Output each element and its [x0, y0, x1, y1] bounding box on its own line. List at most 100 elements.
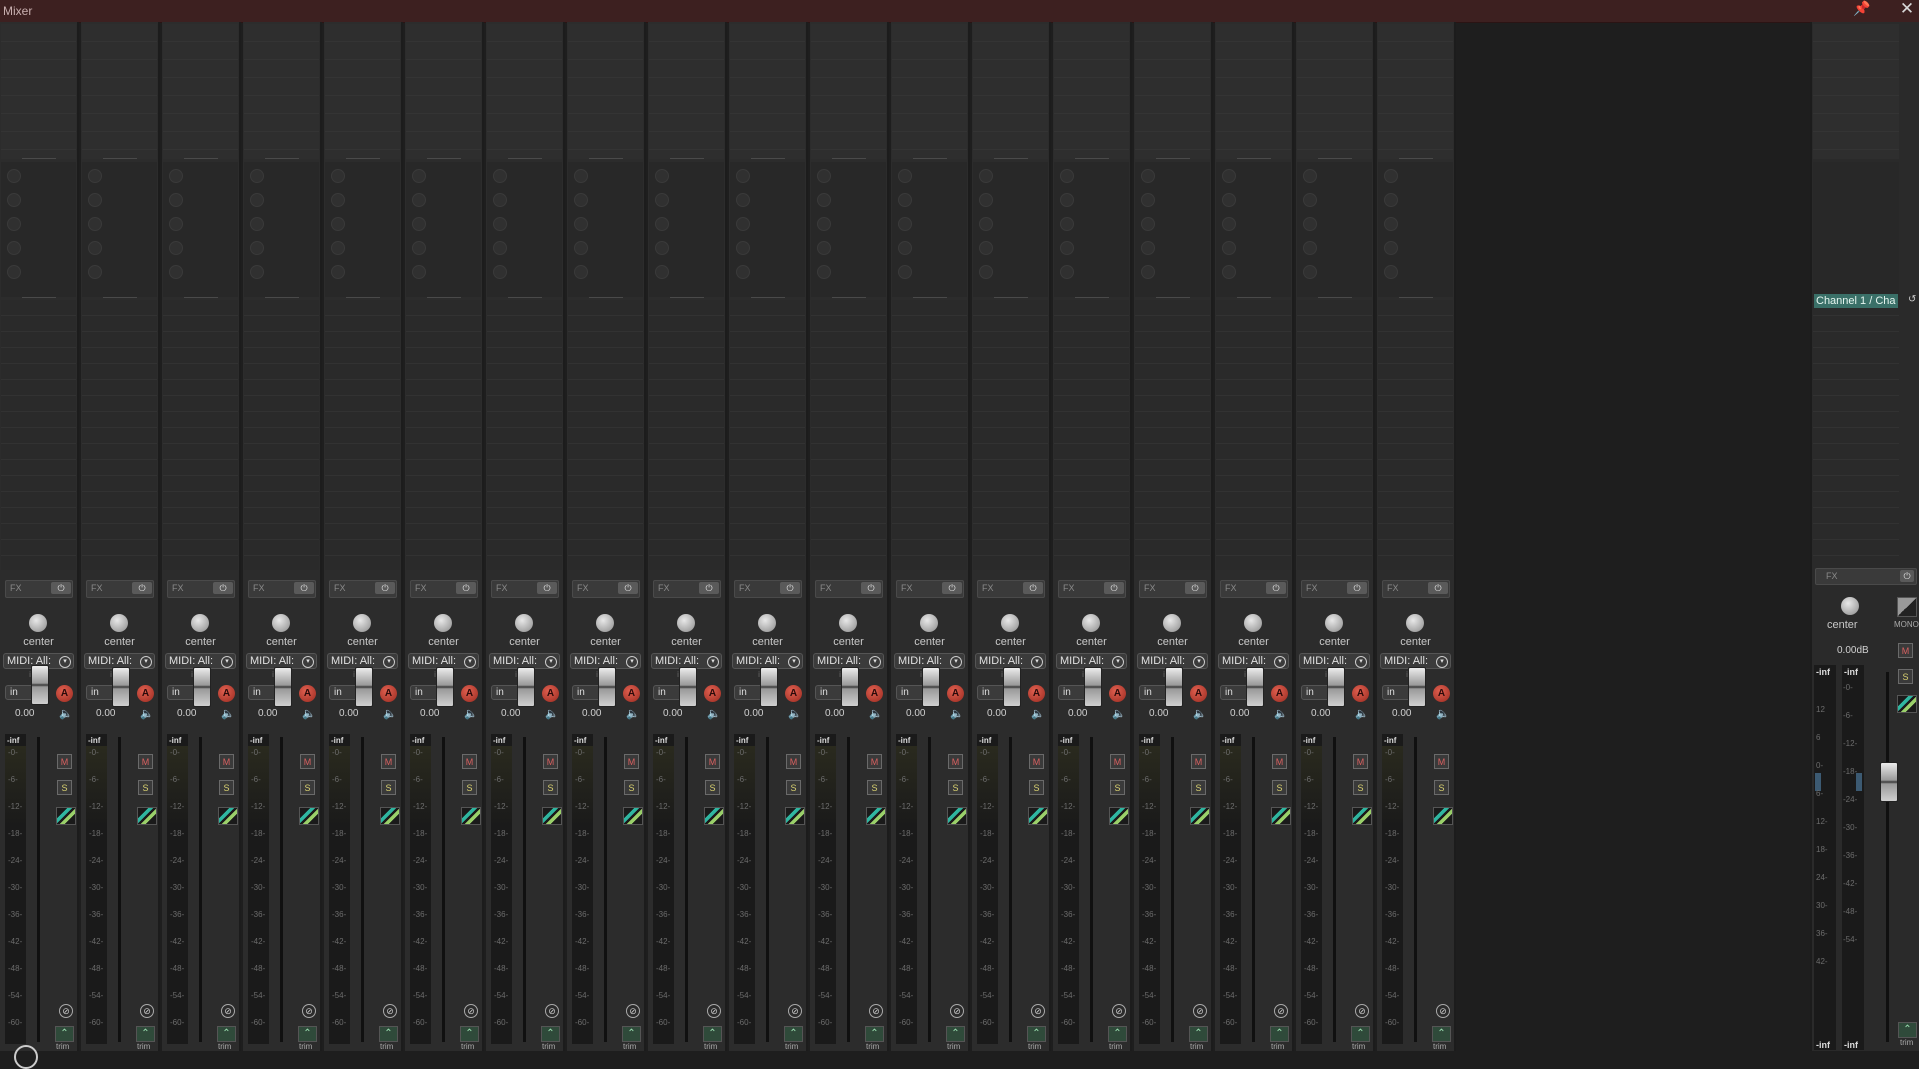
trim-icon[interactable]: ⌃ [1432, 1026, 1451, 1042]
phase-invert-icon[interactable]: ⊘ [1274, 1004, 1288, 1018]
speaker-icon[interactable]: 🔈 [950, 707, 964, 720]
send-slot[interactable] [1384, 169, 1398, 183]
send-slot[interactable] [412, 241, 426, 255]
send-slot[interactable] [574, 217, 588, 231]
solo-button[interactable]: S [219, 780, 234, 795]
automation-icon[interactable] [1352, 807, 1372, 825]
phase-invert-icon[interactable]: ⊘ [302, 1004, 316, 1018]
fx-list[interactable] [1054, 24, 1129, 159]
phase-invert-icon[interactable]: ⊘ [1355, 1004, 1369, 1018]
trim-icon[interactable]: ⌃ [703, 1026, 722, 1042]
fx-list[interactable] [1378, 24, 1453, 159]
fx-list[interactable] [811, 24, 886, 159]
phase-invert-icon[interactable]: ⊘ [140, 1004, 154, 1018]
trim-icon[interactable]: ⌃ [136, 1026, 155, 1042]
send-slot[interactable] [1141, 169, 1155, 183]
speaker-icon[interactable]: 🔈 [1436, 707, 1450, 720]
solo-button[interactable]: S [1191, 780, 1206, 795]
master-mute-button[interactable]: M [1898, 643, 1913, 658]
mute-button[interactable]: M [948, 754, 963, 769]
send-slot[interactable] [7, 241, 21, 255]
fx-list[interactable] [163, 24, 238, 159]
volume-fader[interactable] [922, 667, 940, 707]
power-icon[interactable]: ⏻ [1023, 582, 1043, 594]
send-slot[interactable] [169, 265, 183, 279]
master-trim-icon[interactable]: ⌃ [1898, 1022, 1917, 1038]
fx-list[interactable] [973, 24, 1048, 159]
send-slot[interactable] [250, 265, 264, 279]
send-slot[interactable] [88, 217, 102, 231]
mute-button[interactable]: M [57, 754, 72, 769]
send-slot[interactable] [655, 217, 669, 231]
mute-button[interactable]: M [543, 754, 558, 769]
trim-icon[interactable]: ⌃ [1189, 1026, 1208, 1042]
trim-icon[interactable]: ⌃ [379, 1026, 398, 1042]
phase-invert-icon[interactable]: ⊘ [1112, 1004, 1126, 1018]
send-slot[interactable] [7, 217, 21, 231]
speaker-icon[interactable]: 🔈 [869, 707, 883, 720]
fx-list[interactable] [1135, 24, 1210, 159]
send-slot[interactable] [7, 265, 21, 279]
mono-button[interactable] [1897, 597, 1917, 617]
master-fx-button[interactable]: FX ⏻ [1815, 568, 1917, 585]
phase-invert-icon[interactable]: ⊘ [707, 1004, 721, 1018]
solo-button[interactable]: S [543, 780, 558, 795]
send-slot[interactable] [898, 193, 912, 207]
trim-icon[interactable]: ⌃ [1270, 1026, 1289, 1042]
send-slot[interactable] [1303, 193, 1317, 207]
automation-icon[interactable] [299, 807, 319, 825]
send-slot[interactable] [1060, 265, 1074, 279]
pan-knob[interactable] [1406, 614, 1424, 632]
record-arm-button[interactable]: A [704, 685, 721, 702]
volume-fader[interactable] [760, 667, 778, 707]
fx-button[interactable]: FX ⏻ [896, 580, 964, 598]
send-slot[interactable] [88, 169, 102, 183]
record-arm-button[interactable]: A [1352, 685, 1369, 702]
master-channel-label[interactable]: Channel 1 / Cha [1814, 294, 1898, 308]
fx-list[interactable] [568, 24, 643, 159]
volume-fader[interactable] [1327, 667, 1345, 707]
solo-button[interactable]: S [867, 780, 882, 795]
fx-list[interactable] [406, 24, 481, 159]
phase-invert-icon[interactable]: ⊘ [221, 1004, 235, 1018]
send-slot[interactable] [331, 217, 345, 231]
mute-button[interactable]: M [300, 754, 315, 769]
fx-button[interactable]: FX ⏻ [977, 580, 1045, 598]
pan-knob[interactable] [1163, 614, 1181, 632]
send-slot[interactable] [898, 265, 912, 279]
fx-button[interactable]: FX ⏻ [329, 580, 397, 598]
speaker-icon[interactable]: 🔈 [59, 707, 73, 720]
fx-list[interactable] [487, 24, 562, 159]
solo-button[interactable]: S [138, 780, 153, 795]
trim-icon[interactable]: ⌃ [1108, 1026, 1127, 1042]
trim-icon[interactable]: ⌃ [622, 1026, 641, 1042]
mute-button[interactable]: M [786, 754, 801, 769]
pin-icon[interactable]: 📌 [1853, 0, 1870, 18]
phase-invert-icon[interactable]: ⊘ [1436, 1004, 1450, 1018]
record-arm-button[interactable]: A [542, 685, 559, 702]
automation-icon[interactable] [218, 807, 238, 825]
volume-fader[interactable] [517, 667, 535, 707]
mute-button[interactable]: M [624, 754, 639, 769]
automation-icon[interactable] [380, 807, 400, 825]
power-icon[interactable]: ⏻ [1900, 570, 1914, 582]
speaker-icon[interactable]: 🔈 [1355, 707, 1369, 720]
record-arm-button[interactable]: A [137, 685, 154, 702]
speaker-icon[interactable]: 🔈 [1193, 707, 1207, 720]
send-slot[interactable] [898, 217, 912, 231]
power-icon[interactable]: ⏻ [51, 582, 71, 594]
power-icon[interactable]: ⏻ [1185, 582, 1205, 594]
send-slot[interactable] [979, 217, 993, 231]
send-slot[interactable] [1060, 217, 1074, 231]
send-slot[interactable] [88, 193, 102, 207]
solo-button[interactable]: S [624, 780, 639, 795]
power-icon[interactable]: ⏻ [456, 582, 476, 594]
fx-button[interactable]: FX ⏻ [167, 580, 235, 598]
send-slot[interactable] [331, 169, 345, 183]
send-slot[interactable] [1384, 217, 1398, 231]
power-icon[interactable]: ⏻ [1347, 582, 1367, 594]
send-slot[interactable] [655, 265, 669, 279]
master-pan-knob[interactable] [1841, 597, 1859, 615]
fx-button[interactable]: FX ⏻ [248, 580, 316, 598]
pan-knob[interactable] [758, 614, 776, 632]
